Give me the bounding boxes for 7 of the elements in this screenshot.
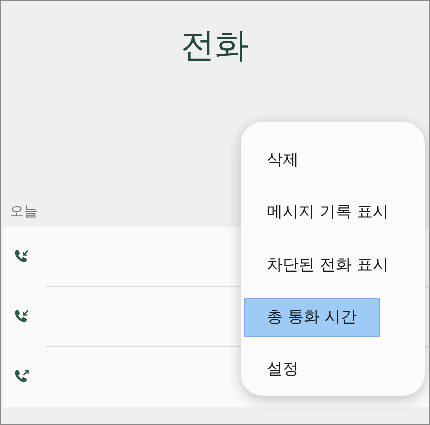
menu-item[interactable]: 차단된 전화 표시 [244, 246, 400, 284]
section-label: 오늘 [10, 203, 38, 222]
menu-item[interactable]: 총 통화 시간 [244, 298, 380, 337]
menu-item[interactable]: 삭제 [244, 141, 310, 180]
menu-item[interactable]: 설정 [244, 350, 310, 390]
screen-title: 전화 [181, 25, 249, 67]
menu-item[interactable]: 메시지 기록 표시 [244, 193, 400, 232]
